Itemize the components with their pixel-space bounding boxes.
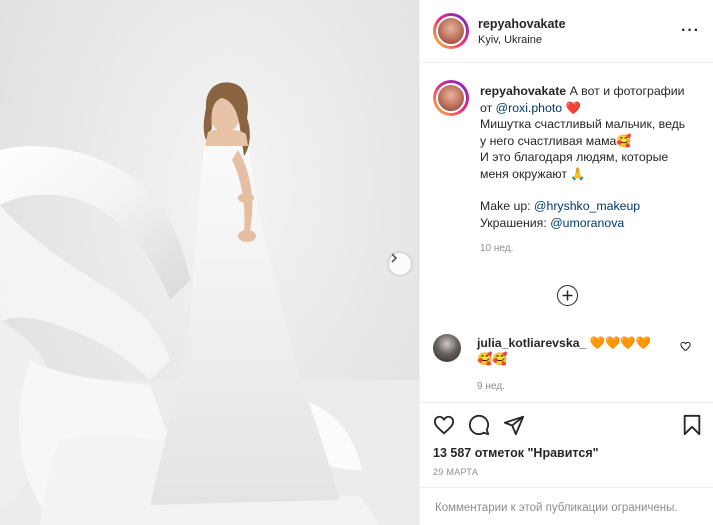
post-date[interactable]: 29 МАРТА bbox=[433, 467, 478, 477]
caption-line2-prefix: от bbox=[480, 100, 496, 115]
plus-circle-icon bbox=[562, 290, 573, 301]
caption-time[interactable]: 10 нед. bbox=[480, 241, 685, 258]
caption-username[interactable]: repyahovakate bbox=[480, 84, 566, 98]
post-actions: 13 587 отметок "Нравится" 29 МАРТА Комме… bbox=[420, 402, 713, 525]
like-button[interactable] bbox=[433, 414, 455, 436]
post-sidebar: repyahovakate Kyiv, Ukraine ··· repyahov… bbox=[419, 0, 713, 525]
bookmark-icon bbox=[683, 414, 701, 436]
likes-count[interactable]: 13 587 отметок "Нравится" bbox=[433, 446, 599, 460]
instagram-post: repyahovakate Kyiv, Ukraine ··· repyahov… bbox=[0, 0, 713, 525]
caption-line1: А вот и фотографии bbox=[569, 84, 685, 98]
photo-illustration bbox=[0, 82, 419, 525]
mention-jewelry[interactable]: @umoranova bbox=[550, 216, 624, 230]
caption-para2-line1: Мишутка счастливый мальчик, ведь bbox=[480, 117, 686, 131]
post-photo[interactable] bbox=[0, 0, 419, 525]
jewelry-label: Украшения: bbox=[480, 215, 551, 230]
share-button[interactable] bbox=[503, 414, 525, 436]
comment-like-button[interactable] bbox=[680, 341, 691, 355]
makeup-label: Make up: bbox=[480, 199, 534, 213]
author-username[interactable]: repyahovakate bbox=[478, 17, 566, 31]
heart-icon bbox=[680, 341, 691, 352]
share-icon bbox=[503, 415, 525, 436]
comment-item: julia_kotliarevska_ 🧡🧡🧡🧡 🥰🥰 9 нед. bbox=[433, 334, 703, 395]
ellipsis-icon[interactable]: ··· bbox=[681, 22, 700, 40]
author-avatar[interactable] bbox=[433, 13, 469, 49]
post-header: repyahovakate Kyiv, Ukraine ··· bbox=[420, 0, 713, 63]
caption-avatar[interactable] bbox=[433, 80, 469, 116]
comment-username[interactable]: julia_kotliarevska_ bbox=[477, 336, 586, 350]
comment-icon bbox=[468, 414, 490, 436]
comment-time[interactable]: 9 нед. bbox=[477, 379, 651, 395]
post-caption: repyahovakate А вот и фотографии от @rox… bbox=[433, 80, 703, 258]
mention-photographer[interactable]: @roxi.photo bbox=[496, 101, 563, 115]
commenter-avatar[interactable] bbox=[433, 334, 461, 362]
chevron-right-icon bbox=[391, 253, 398, 263]
caption-para2-line4: меня окружают 🙏 bbox=[480, 166, 586, 181]
comments-limited-notice: Комментарии к этой публикации ограничены… bbox=[420, 487, 713, 525]
load-more-comments-button[interactable] bbox=[557, 285, 578, 306]
mention-makeup[interactable]: @hryshko_makeup bbox=[534, 199, 640, 213]
caption-para2-line2: у него счастливая мама🥰 bbox=[480, 133, 632, 148]
next-photo-button[interactable] bbox=[389, 253, 411, 275]
heart-emoji: ❤️ bbox=[565, 100, 581, 115]
comment-button[interactable] bbox=[468, 414, 490, 436]
heart-icon bbox=[433, 415, 455, 435]
comment-text-line2: 🥰🥰 bbox=[477, 352, 508, 366]
post-location[interactable]: Kyiv, Ukraine bbox=[478, 34, 566, 46]
caption-para2-line3: И это благодаря людям, которые bbox=[480, 150, 669, 164]
comment-text-line1: 🧡🧡🧡🧡 bbox=[589, 336, 652, 350]
save-button[interactable] bbox=[682, 414, 702, 436]
